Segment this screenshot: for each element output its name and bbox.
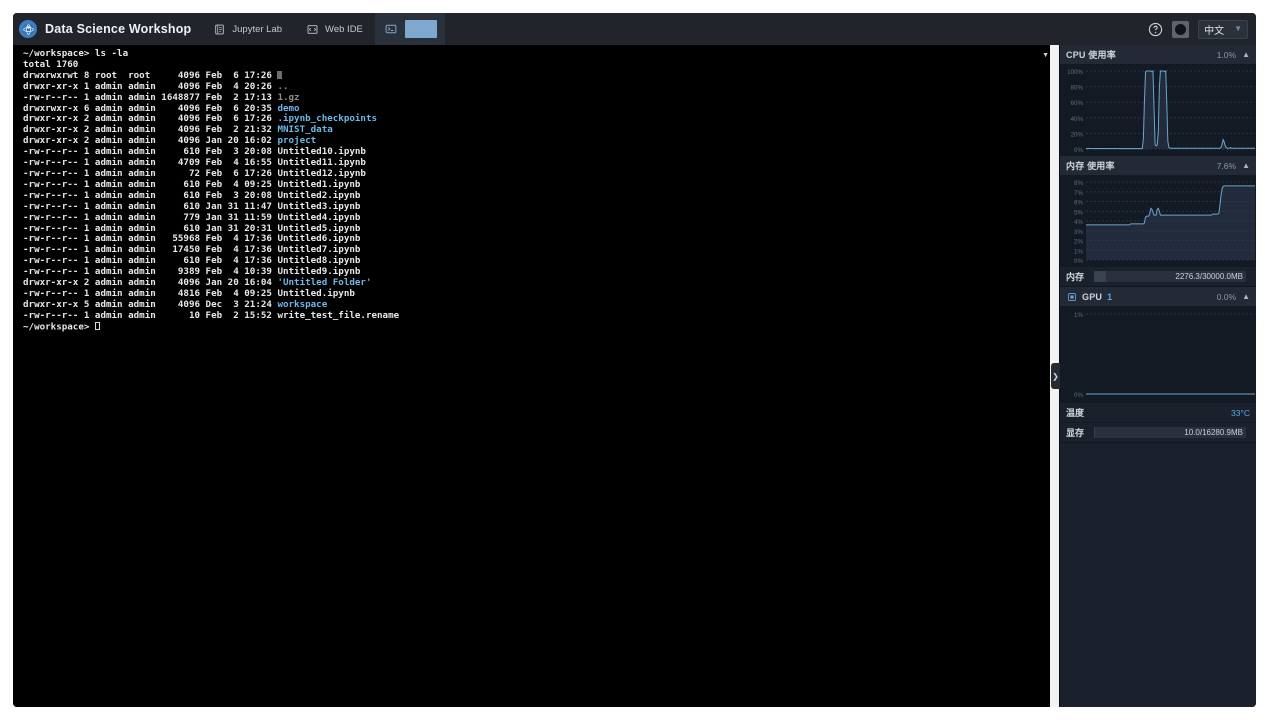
tab-label-highlight (404, 20, 437, 38)
terminal-line: -rw-r--r-- 1 admin admin 10 Feb 2 15:52 … (23, 309, 400, 321)
chart-ytick-label: 0% (1074, 258, 1083, 265)
panel-gpu-value: 0.0% (1216, 291, 1237, 302)
chart-ytick-label: 60% (1071, 100, 1084, 107)
chart-ytick-label: 6% (1074, 200, 1083, 207)
sidebar-collapse-handle[interactable]: ❯ (1051, 363, 1060, 389)
terminal-line: ~/workspace> ls -la (23, 48, 129, 59)
memory-stat-row: 内存 2276.3/30000.0MB (1060, 266, 1256, 286)
chart-ytick-label: 80% (1071, 85, 1084, 92)
panel-cpu-title: CPU 使用率 (1066, 50, 1116, 60)
terminal-cursor (277, 70, 283, 79)
chart-ytick-label: 4% (1074, 219, 1083, 226)
app-window: Data Science Workshop Jupyter Lab Web ID… (13, 13, 1256, 707)
chevron-up-icon[interactable]: ▲ (1242, 50, 1250, 59)
chart-ytick-label: 0% (1074, 147, 1083, 154)
chart-ytick-label: 8% (1074, 180, 1083, 187)
help-circle-icon[interactable] (1148, 22, 1163, 37)
panel-cpu: CPU 使用率 1.0% ▲ 0% 20% 40% 60% 80% 100% (1060, 45, 1256, 156)
header-actions: 中文 ▼ (1148, 13, 1256, 45)
panel-memory: 内存 使用率 7.6% ▲ 0% 1% 2% 3% 4% 5% 6% 7% 8% 内存 2276… (1060, 156, 1256, 287)
cpu-usage-chart: 0% 20% 40% 60% 80% 100% (1060, 64, 1256, 155)
tab-terminal[interactable] (374, 13, 445, 45)
gpu-vram-row: 显存 10.0/16280.9MB (1060, 422, 1256, 442)
tab-label: Web IDE (325, 23, 363, 35)
chart-ytick-label: 7% (1074, 190, 1083, 197)
gpu-vram-label: 显存 (1066, 428, 1085, 438)
brand: Data Science Workshop (13, 13, 201, 45)
avatar[interactable] (1172, 20, 1190, 38)
chart-ytick-label: 2% (1074, 239, 1083, 246)
tab-label: Jupyter Lab (232, 23, 283, 35)
chart-ytick-label: 5% (1074, 209, 1083, 216)
chart-ytick-label: 100% (1067, 69, 1083, 76)
terminal-cursor (94, 321, 100, 331)
panel-gpu: GPU 1 0.0% ▲ 0% 1% 温度 33°C 显存 10.0/16280… (1060, 287, 1256, 443)
terminal-icon (385, 23, 398, 36)
chart-ytick-label: 1% (1074, 248, 1083, 255)
gpu-temp-value: 33°C (1231, 407, 1250, 418)
gpu-temp-row: 温度 33°C (1060, 402, 1256, 422)
panel-memory-value: 7.6% (1216, 160, 1237, 171)
chart-ytick-label: 40% (1071, 116, 1084, 123)
panel-gpu-title: GPU (1082, 291, 1103, 302)
chart-ytick-label: 20% (1071, 131, 1084, 138)
chart-ytick-label: 1% (1074, 312, 1083, 319)
memory-stat-label: 内存 (1066, 272, 1085, 282)
gpu-chip-icon (1066, 291, 1077, 302)
tab-web-ide[interactable]: Web IDE (294, 13, 375, 45)
gpu-temp-label: 温度 (1066, 408, 1085, 418)
panel-cpu-header[interactable]: CPU 使用率 1.0% ▲ (1060, 45, 1256, 64)
panel-memory-title: 内存 使用率 (1066, 161, 1115, 171)
panel-gpu-badge: 1 (1107, 291, 1113, 302)
terminal-prompt-line[interactable]: ~/workspace> (23, 321, 1059, 333)
language-selector-value: 中文 (1204, 25, 1225, 37)
page-title: Data Science Workshop (45, 22, 192, 36)
notebook-icon (213, 23, 226, 36)
chart-ytick-label: 3% (1074, 229, 1083, 236)
nav-tabs: Jupyter Lab Web IDE (201, 13, 445, 45)
terminal-panel[interactable]: ~/workspace> ls -la total 1760 drwxrwxrwt … (13, 45, 1059, 707)
tab-jupyter-lab[interactable]: Jupyter Lab (201, 13, 294, 45)
app-header: Data Science Workshop Jupyter Lab Web ID… (13, 13, 1256, 45)
memory-usage-chart: 0% 1% 2% 3% 4% 5% 6% 7% 8% (1060, 175, 1256, 266)
workshop-logo-icon (19, 20, 37, 38)
language-selector[interactable]: 中文 ▼ (1198, 19, 1248, 39)
gpu-usage-chart: 0% 1% (1060, 306, 1256, 402)
gpu-vram-text: 10.0/16280.9MB (1184, 428, 1243, 437)
panel-memory-header[interactable]: 内存 使用率 7.6% ▲ (1060, 156, 1256, 175)
scroll-down-icon[interactable]: ▼ (1042, 52, 1049, 59)
terminal-output: ~/workspace> ls -la total 1760 drwxrwxrwt … (23, 48, 1059, 333)
panel-cpu-value: 1.0% (1216, 49, 1237, 60)
chevron-up-icon[interactable]: ▲ (1242, 292, 1250, 301)
panel-gpu-header[interactable]: GPU 1 0.0% ▲ (1060, 287, 1256, 306)
code-editor-icon (306, 23, 319, 36)
app-body: ~/workspace> ls -la total 1760 drwxrwxrwt … (13, 45, 1256, 707)
chevron-right-icon: ❯ (1052, 371, 1059, 381)
gpu-vram-bar: 10.0/16280.9MB (1094, 427, 1246, 438)
chart-ytick-label: 0% (1074, 392, 1083, 399)
chevron-up-icon[interactable]: ▲ (1242, 161, 1250, 170)
chevron-down-icon: ▼ (1234, 24, 1242, 33)
memory-usage-bar: 2276.3/30000.0MB (1094, 271, 1246, 282)
memory-usage-text: 2276.3/30000.0MB (1175, 272, 1243, 281)
monitor-sidebar: CPU 使用率 1.0% ▲ 0% 20% 40% 60% 80% 100% 内存 使用率… (1059, 45, 1256, 707)
